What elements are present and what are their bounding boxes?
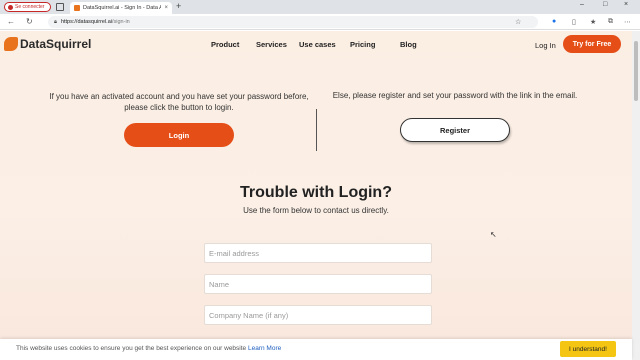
try-for-free-button[interactable]: Try for Free [563, 35, 621, 53]
squirrel-favicon-icon [74, 5, 80, 11]
address-bar-row: ← ↻ 🔒︎ https://datasquirrel.ai/sign-in ☆… [0, 14, 640, 30]
cookie-banner: This website uses cookies to ensure you … [0, 339, 632, 360]
header-login-link[interactable]: Log In [535, 41, 556, 50]
scrollbar-thumb[interactable] [634, 41, 638, 101]
nav-services[interactable]: Services [256, 40, 287, 49]
trouble-heading: Trouble with Login? [240, 184, 392, 201]
favorites-icon[interactable]: ★ [590, 18, 596, 26]
url-path: /sign-in [112, 19, 130, 25]
trouble-subheading: Use the form below to contact us directl… [243, 206, 389, 215]
browser-tab-bar: Se connecter DataSquirrel.ai - Sign In -… [0, 0, 640, 14]
close-window-button[interactable]: × [624, 1, 628, 8]
mouse-cursor-icon: ↖ [490, 230, 497, 239]
lock-icon: 🔒︎ [54, 18, 57, 25]
profile-button[interactable]: Se connecter [4, 2, 52, 12]
favorite-star-icon[interactable]: ☆ [515, 18, 521, 26]
nav-product[interactable]: Product [211, 40, 239, 49]
profile-icon [8, 4, 13, 10]
nav-pricing[interactable]: Pricing [350, 40, 375, 49]
cookie-message-text: This website uses cookies to ensure you … [16, 345, 247, 352]
register-button[interactable]: Register [400, 118, 510, 142]
collections-icon[interactable]: ⧉ [608, 18, 613, 26]
workspaces-icon[interactable] [56, 3, 64, 11]
company-field[interactable] [204, 305, 432, 325]
refresh-icon[interactable]: ↻ [26, 17, 33, 26]
new-tab-button[interactable]: + [176, 1, 181, 11]
profile-label: Se connecter [15, 4, 45, 10]
page-content: DataSquirrel Product Services Use cases … [0, 31, 632, 360]
page-scrollbar[interactable] [632, 31, 640, 360]
nav-blog[interactable]: Blog [400, 40, 417, 49]
browser-tab-active[interactable]: DataSquirrel.ai - Sign In - Data Analysi… [70, 2, 172, 14]
cookie-accept-button[interactable]: I understand! [560, 341, 616, 357]
squirrel-logo-icon [4, 37, 18, 51]
login-instructions: If you have an activated account and you… [49, 92, 309, 112]
tab-title: DataSquirrel.ai - Sign In - Data Analysi… [83, 5, 162, 11]
nav-use-cases[interactable]: Use cases [299, 40, 336, 49]
url-field[interactable]: 🔒︎ https://datasquirrel.ai/sign-in [48, 16, 538, 28]
extension-icon[interactable]: ● [552, 18, 556, 25]
register-instructions: Else, please register and set your passw… [332, 91, 578, 100]
site-logo[interactable]: DataSquirrel [4, 37, 91, 51]
back-arrow-icon[interactable]: ← [7, 17, 15, 26]
maximize-button[interactable]: □ [603, 1, 607, 8]
learn-more-link[interactable]: Learn More [248, 345, 281, 352]
minimize-button[interactable]: – [580, 1, 584, 8]
settings-more-icon[interactable]: ⋯ [624, 18, 631, 26]
logo-text: DataSquirrel [20, 37, 92, 51]
split-screen-icon[interactable]: ▯ [572, 18, 576, 26]
login-button[interactable]: Login [124, 123, 234, 147]
email-field[interactable] [204, 243, 432, 263]
cookie-message: This website uses cookies to ensure you … [16, 345, 281, 352]
name-field[interactable] [204, 274, 432, 294]
url-host: https://datasquirrel.ai [60, 19, 112, 25]
tab-close-icon[interactable]: × [164, 5, 168, 11]
section-divider [316, 109, 317, 151]
